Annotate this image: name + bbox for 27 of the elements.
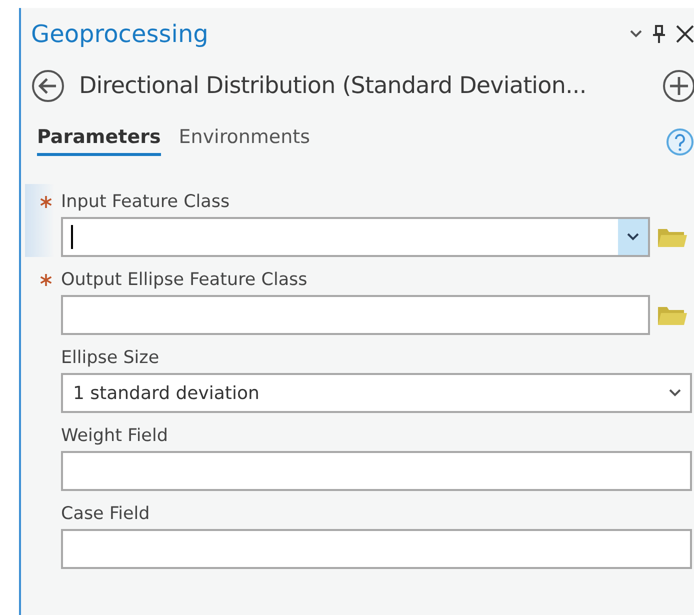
parameter-label: Case Field	[61, 503, 151, 526]
parameter-label: Weight Field	[61, 425, 169, 448]
tool-title: Directional Distribution (Standard Deviation...	[79, 73, 588, 99]
help-button[interactable]	[666, 128, 694, 156]
parameter-label: Input Feature Class	[61, 191, 231, 214]
tab[interactable]: Parameters	[37, 126, 161, 156]
input-field[interactable]	[61, 295, 650, 335]
input-field[interactable]	[61, 529, 692, 569]
parameter-label: Output Ellipse Feature Class	[61, 269, 308, 292]
dropdown-field[interactable]: 1 standard deviation	[61, 373, 692, 413]
chevron-down-icon	[627, 233, 639, 241]
chevron-down-icon	[669, 389, 681, 397]
close-button[interactable]	[676, 25, 694, 43]
add-button[interactable]	[662, 69, 694, 103]
folder-icon	[656, 226, 688, 248]
back-button[interactable]	[31, 69, 65, 103]
dropdown-field[interactable]	[61, 217, 650, 257]
tab[interactable]: Environments	[178, 126, 310, 156]
folder-icon	[656, 304, 688, 326]
parameter-label: Ellipse Size	[61, 347, 160, 370]
text-cursor	[71, 225, 73, 249]
options-button[interactable]	[630, 30, 642, 38]
pane-title: Geoprocessing	[31, 20, 210, 48]
pin-button[interactable]	[652, 24, 666, 44]
input-field[interactable]	[61, 451, 692, 491]
dropdown-button[interactable]	[618, 219, 648, 255]
chevron-down-icon	[630, 30, 642, 38]
